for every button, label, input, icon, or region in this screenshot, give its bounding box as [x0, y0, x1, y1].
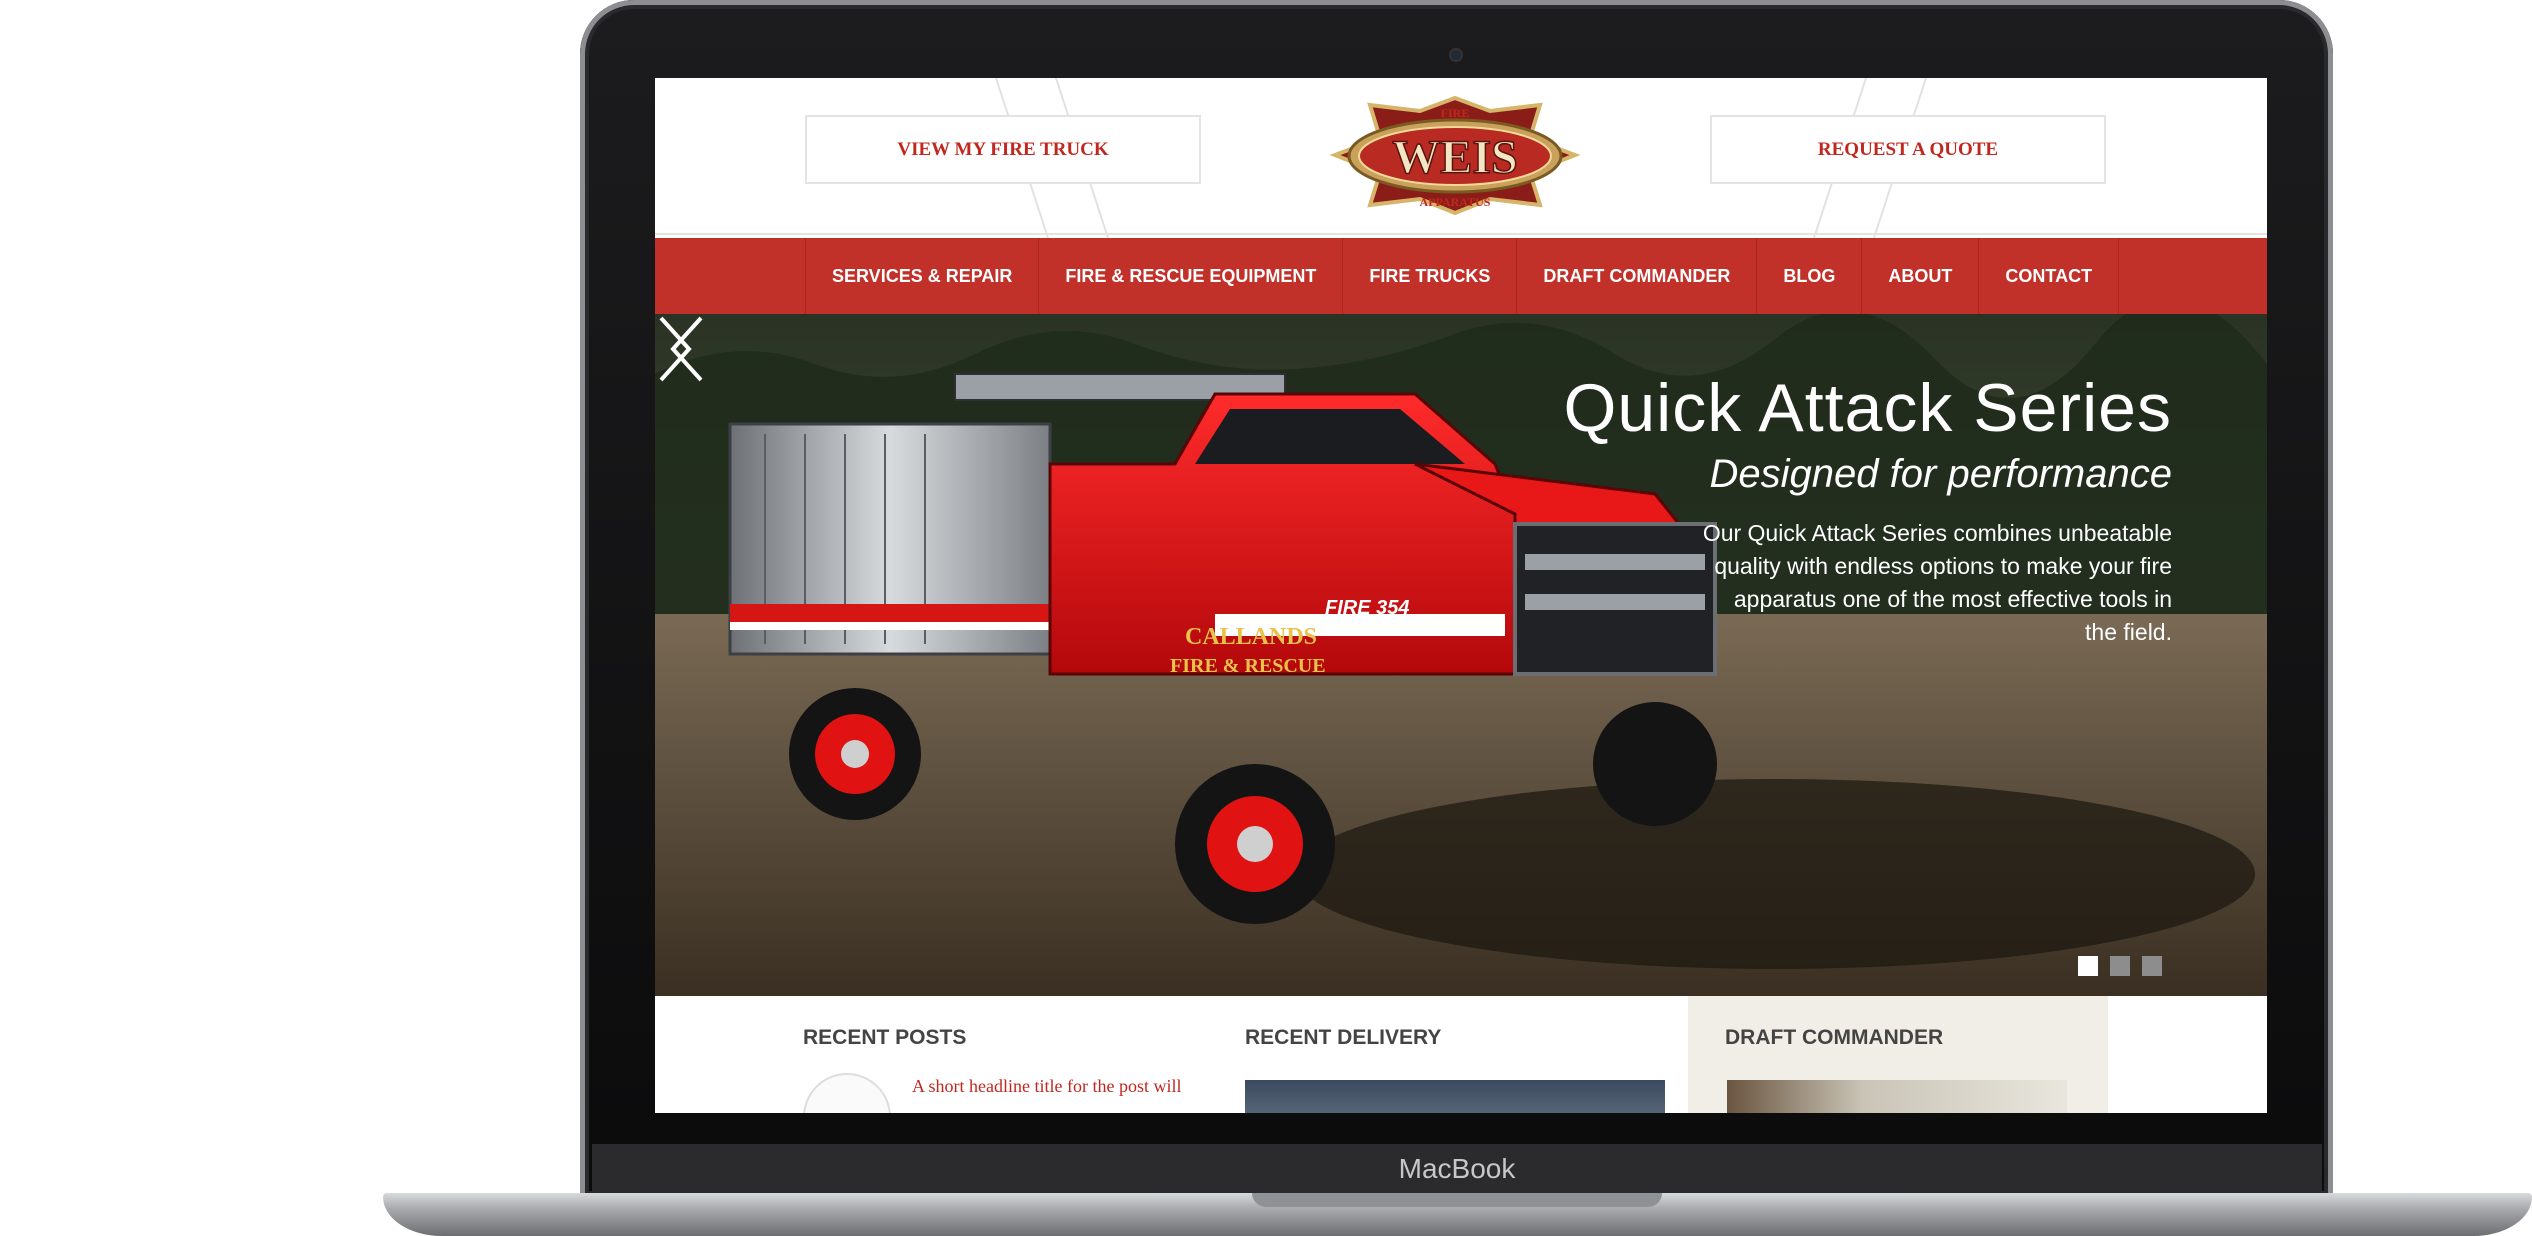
post-thumbnail[interactable] [803, 1073, 891, 1113]
view-my-fire-truck-button[interactable]: VIEW MY FIRE TRUCK [805, 115, 1201, 184]
webcam [1451, 50, 1461, 60]
recent-delivery-heading: RECENT DELIVERY [1245, 1026, 1442, 1049]
hero-title: Quick Attack Series [1563, 370, 2172, 446]
main-nav: SERVICES & REPAIR FIRE & RESCUE EQUIPMEN… [655, 238, 2267, 314]
site-header: VIEW MY FIRE TRUCK REQUEST A QUOTE WEIS … [655, 78, 2267, 238]
nav-item-draft-commander[interactable]: DRAFT COMMANDER [1517, 238, 1758, 314]
header-bottom-border [655, 233, 2267, 235]
slider-next-arrow-icon[interactable] [655, 314, 695, 384]
nav-item-fire-trucks[interactable]: FIRE TRUCKS [1343, 238, 1518, 314]
browser-viewport: VIEW MY FIRE TRUCK REQUEST A QUOTE WEIS … [655, 78, 2267, 1113]
nav-item-services-repair[interactable]: SERVICES & REPAIR [806, 238, 1040, 314]
slider-dot-1[interactable] [2078, 956, 2098, 976]
logo-main-text: WEIS [1392, 131, 1517, 184]
hero-slider: CALLANDS FIRE & RESCUE FIRE 354 Quick At… [655, 314, 2267, 996]
recent-delivery-image[interactable] [1245, 1080, 1665, 1113]
slider-pagination [2078, 956, 2162, 976]
laptop-notch [1252, 1193, 1662, 1207]
truck-door-line2: FIRE & RESCUE [1170, 655, 1326, 677]
nav-item-fire-rescue-equipment[interactable]: FIRE & RESCUE EQUIPMENT [1039, 238, 1344, 314]
logo-bottom-text: APPARATUS [1420, 195, 1491, 209]
hero-subtitle: Designed for performance [1709, 452, 2172, 496]
nav-item-about[interactable]: ABOUT [1862, 238, 1980, 314]
recent-post-link[interactable]: A short headline title for the post will [912, 1076, 1181, 1097]
draft-commander-heading: DRAFT COMMANDER [1725, 1026, 1944, 1049]
macbook-label: MacBook [1398, 1153, 1516, 1184]
truck-door-line1: CALLANDS [1185, 624, 1317, 650]
truck-unit-number: FIRE 354 [1325, 597, 1409, 619]
logo-top-text: FIRE [1441, 106, 1470, 120]
hero-caption: Quick Attack Series Designed for perform… [1563, 374, 2172, 649]
nav-item-contact[interactable]: CONTACT [1979, 238, 2118, 314]
recent-posts-heading: RECENT POSTS [803, 1026, 967, 1049]
content-columns: RECENT POSTS RECENT DELIVERY DRAFT COMMA… [655, 996, 2267, 1113]
hero-description: Our Quick Attack Series combines unbeata… [1702, 520, 2172, 645]
slider-dot-2[interactable] [2110, 956, 2130, 976]
laptop-chin: MacBook [592, 1144, 2322, 1194]
weis-fire-apparatus-logo[interactable]: WEIS FIRE APPARATUS [1325, 93, 1585, 218]
request-a-quote-button[interactable]: REQUEST A QUOTE [1710, 115, 2106, 184]
nav-item-blog[interactable]: BLOG [1757, 238, 1863, 314]
draft-commander-image[interactable] [1727, 1080, 2067, 1113]
slider-dot-3[interactable] [2142, 956, 2162, 976]
